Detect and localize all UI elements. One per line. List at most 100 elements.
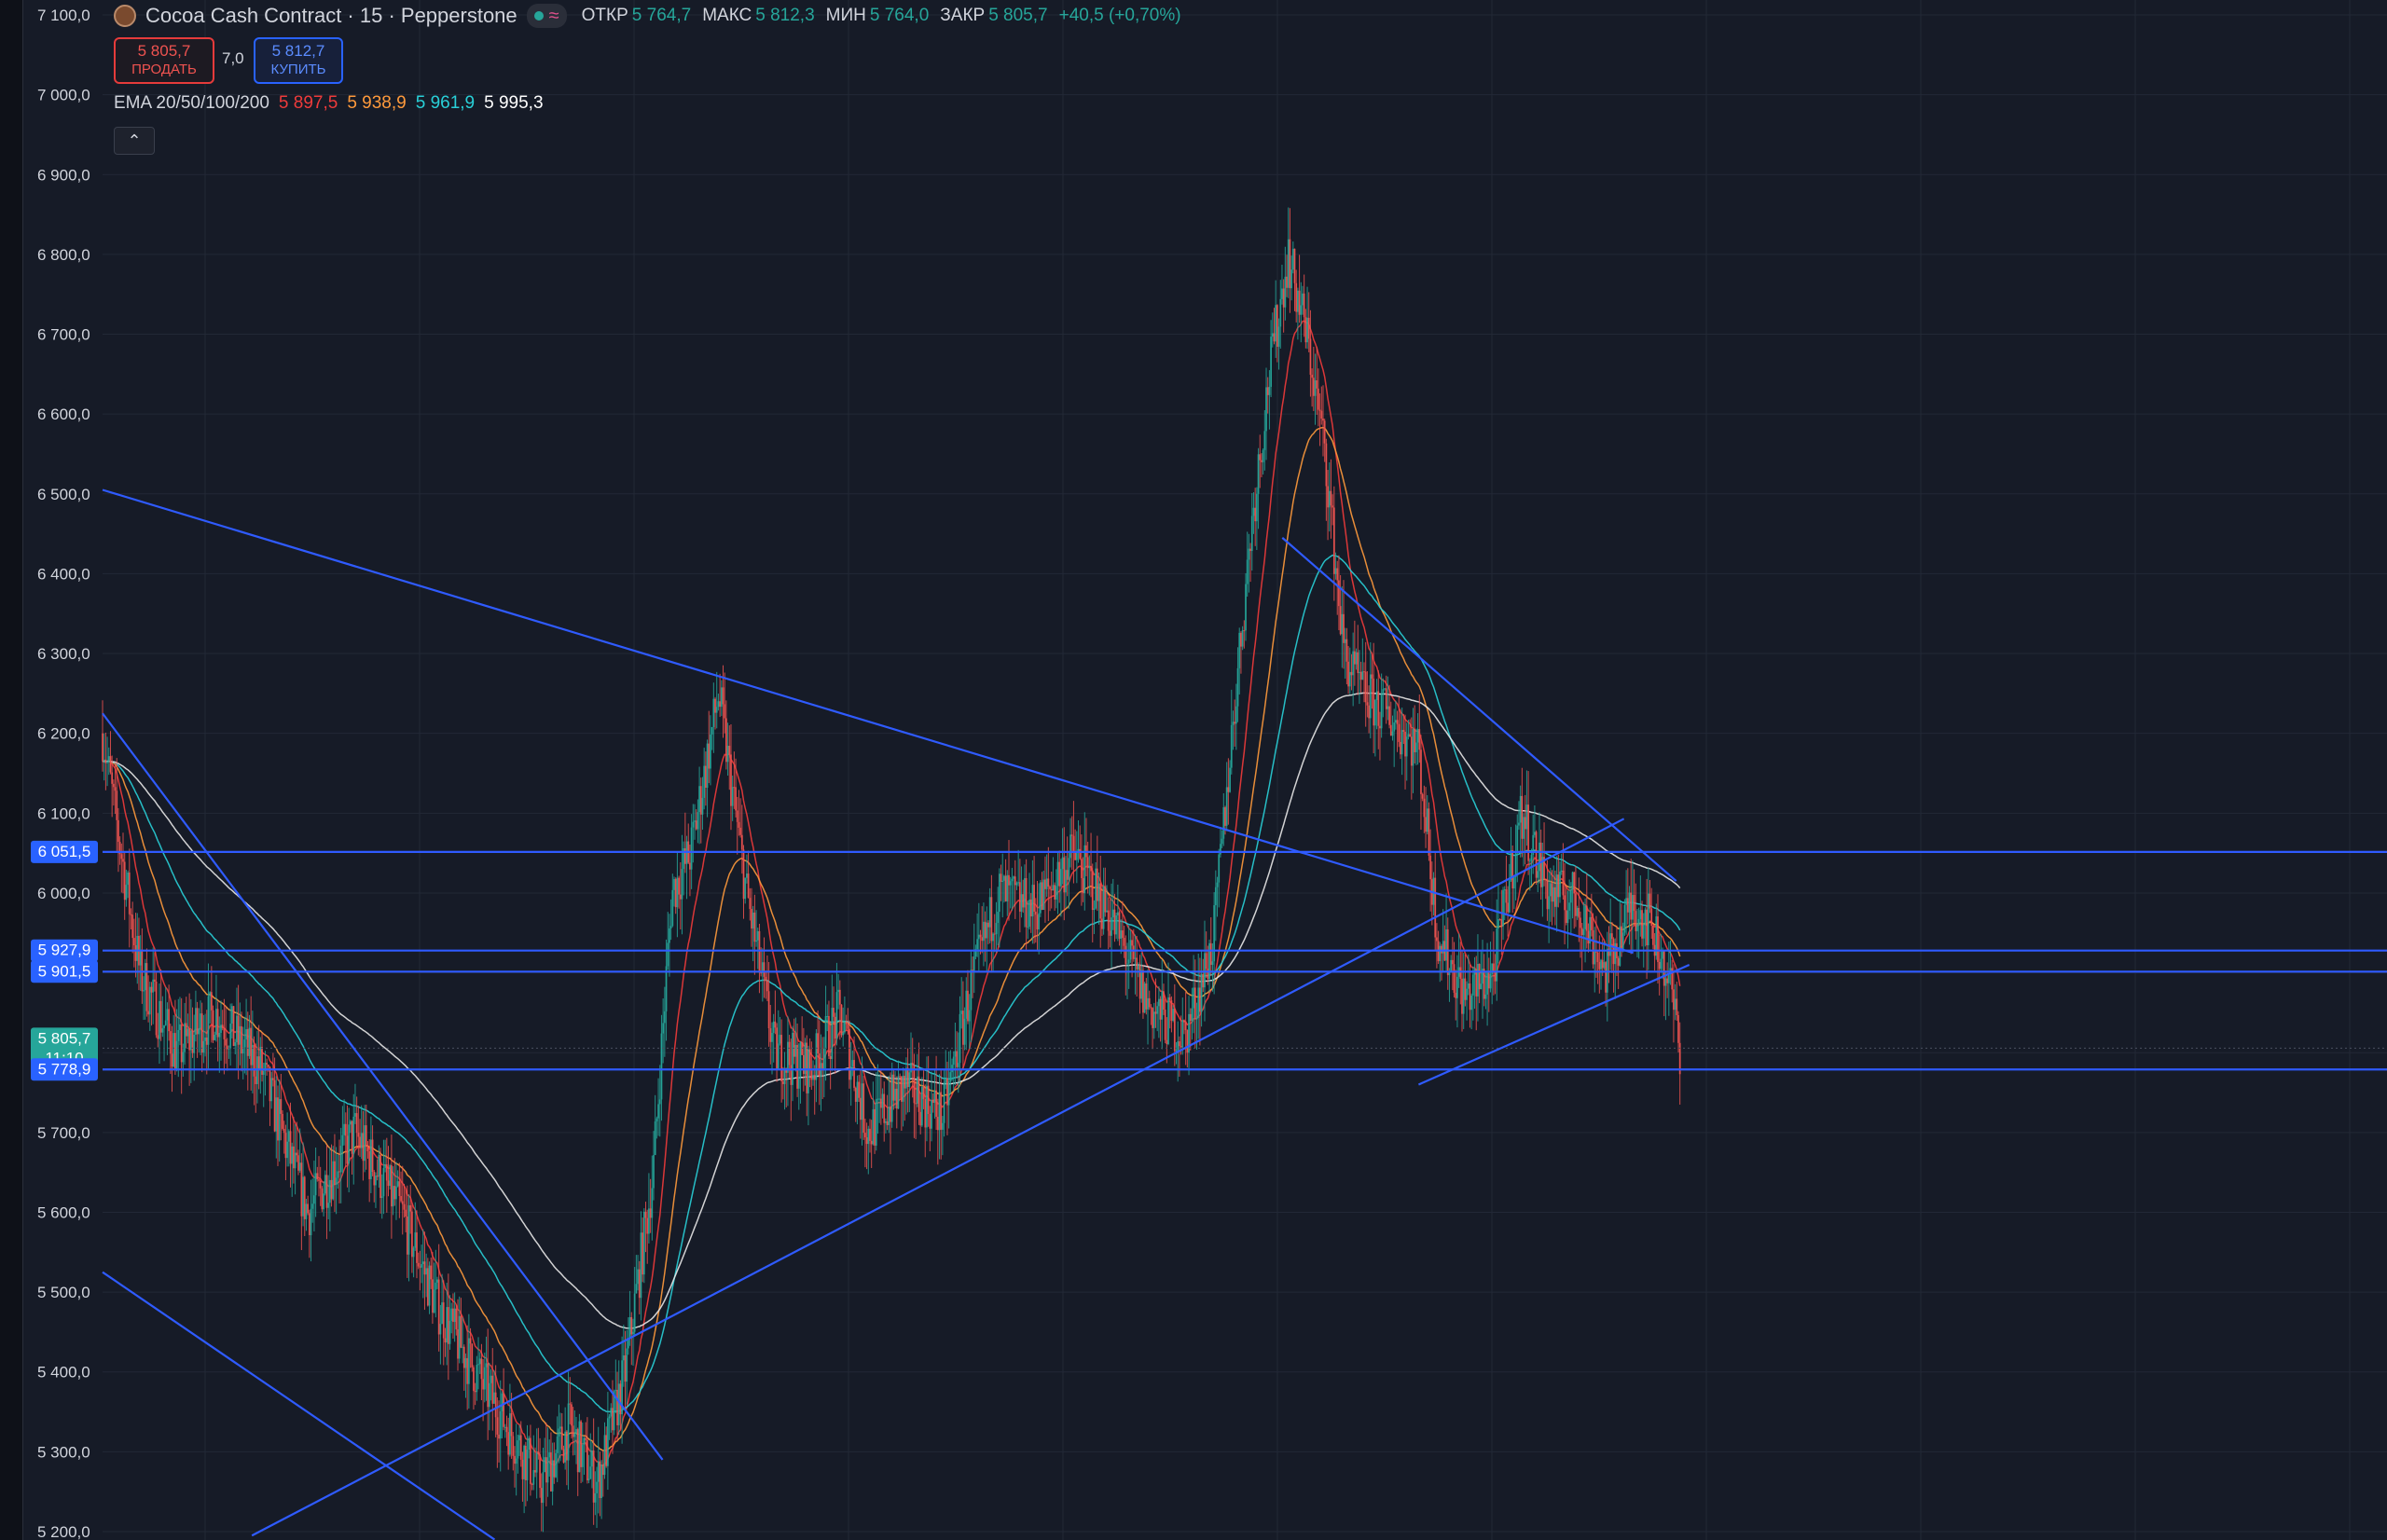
candle-body: [282, 1113, 283, 1129]
candle-body: [128, 873, 131, 914]
candle-body: [766, 981, 768, 992]
candle-body: [654, 1121, 656, 1156]
candle-body: [1439, 945, 1442, 962]
candle-body: [1314, 380, 1317, 396]
candle-body: [1320, 410, 1323, 419]
candle-body: [159, 1000, 160, 1039]
candle-body: [1277, 326, 1280, 347]
candle-body: [724, 718, 727, 763]
candle-body: [612, 1408, 614, 1431]
ema-200-line: [102, 692, 1681, 1329]
candle-body: [760, 972, 763, 974]
candle-body: [542, 1472, 545, 1504]
candle-body: [1159, 998, 1162, 1020]
symbol-title[interactable]: Cocoa Cash Contract · 15 · Pepperstone: [145, 4, 517, 28]
candle-body: [772, 1021, 775, 1034]
candle-body: [1546, 879, 1549, 910]
candle-body: [1348, 671, 1351, 687]
collapse-indicators-button[interactable]: ⌃: [114, 127, 155, 155]
candle-body: [849, 1066, 852, 1080]
candle-body: [726, 746, 729, 763]
candle-body: [1538, 842, 1540, 872]
candle-body: [911, 1063, 914, 1066]
candle-body: [1585, 905, 1588, 931]
candle-body: [758, 930, 761, 973]
candle-body: [995, 923, 998, 935]
candle-body: [1667, 973, 1670, 983]
candle-body: [316, 1173, 319, 1180]
candle-body: [790, 1065, 793, 1085]
candle-body: [1507, 902, 1510, 913]
candle-body: [1245, 584, 1247, 631]
candle-body: [237, 1015, 240, 1045]
chart-area[interactable]: 7 100,0 7 000,0 6 900,0 6 800,0 6 700,0 6 600…: [0, 0, 2387, 1540]
candle-body: [735, 787, 737, 811]
candle-body: [559, 1426, 561, 1429]
candle-body: [401, 1201, 404, 1204]
candle-body: [530, 1437, 531, 1484]
candle-body: [1345, 639, 1348, 662]
market-status-pill[interactable]: ≈: [526, 4, 567, 28]
candle-body: [1001, 880, 1004, 882]
candle-body: [899, 1076, 902, 1078]
candle-body: [310, 1208, 312, 1236]
candle-body: [1300, 305, 1303, 315]
candle-body: [1041, 882, 1043, 911]
candle-body: [1516, 825, 1519, 854]
candle-body: [635, 1284, 638, 1294]
candle-body: [1338, 580, 1340, 607]
candle-body: [250, 1027, 253, 1066]
candle-body: [897, 1076, 900, 1109]
candle-body: [1364, 671, 1367, 703]
candle-body: [586, 1439, 588, 1480]
candle-body: [793, 1032, 795, 1057]
candle-body: [1459, 967, 1462, 979]
candle-body: [1147, 997, 1149, 1010]
candle-body: [1521, 795, 1524, 839]
candle-body: [1371, 674, 1373, 679]
candle-body: [1560, 870, 1563, 873]
candle-body: [114, 787, 117, 791]
candle-body: [1380, 694, 1383, 729]
ema-legend[interactable]: EMA 20/50/100/200 5 897,5 5 938,9 5 961,…: [114, 93, 544, 114]
candle-body: [690, 827, 693, 870]
candle-body: [1063, 857, 1066, 893]
candle-body: [1191, 1008, 1194, 1022]
candle-body: [1204, 953, 1206, 988]
candle-body: [774, 1021, 777, 1028]
candle-body: [514, 1455, 516, 1464]
candle-body: [1464, 978, 1467, 1000]
price-chart[interactable]: 7 100,0 7 000,0 6 900,0 6 800,0 6 700,0 6 600…: [0, 0, 2387, 1540]
candle-body: [209, 992, 212, 997]
candle-body: [116, 791, 118, 820]
candle-body: [1657, 916, 1659, 963]
candle-body: [851, 1060, 854, 1066]
candle-body: [1221, 838, 1223, 845]
candle-body: [970, 969, 973, 1011]
candle-body: [1486, 972, 1488, 995]
candle-body: [448, 1320, 451, 1344]
candle-body: [1268, 386, 1271, 395]
candle-body: [1587, 930, 1590, 944]
candle-body: [1429, 855, 1432, 880]
candle-body: [366, 1147, 369, 1151]
candle-body: [343, 1123, 345, 1135]
candle-body: [555, 1452, 557, 1478]
candle-body: [585, 1437, 587, 1440]
candle-body: [230, 1006, 233, 1024]
candle-body: [406, 1217, 408, 1255]
candle-body: [1605, 962, 1607, 993]
candle-body: [1565, 910, 1567, 924]
candle-body: [1650, 908, 1653, 927]
candle-body: [1316, 380, 1318, 389]
sell-button[interactable]: 5 805,7 ПРОДАТЬ: [114, 37, 214, 84]
candle-body: [622, 1354, 625, 1361]
buy-button[interactable]: 5 812,7 КУПИТЬ: [254, 37, 343, 84]
candle-body: [302, 1176, 304, 1217]
candle-body: [1498, 919, 1501, 921]
candle-body: [1451, 959, 1454, 965]
candle-body: [986, 922, 988, 939]
candle-body: [567, 1403, 570, 1461]
candle-body: [617, 1383, 620, 1425]
candle-body: [223, 1027, 226, 1039]
